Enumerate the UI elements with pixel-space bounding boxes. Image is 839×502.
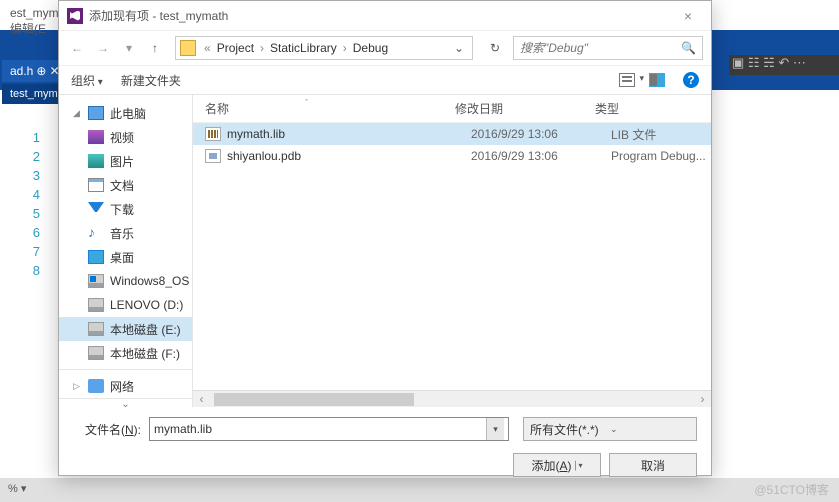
view-mode-button[interactable]	[619, 73, 635, 87]
crumb-dropdown-icon[interactable]: ⌄	[450, 41, 468, 55]
filename-combo[interactable]: ▾	[149, 417, 509, 441]
col-date[interactable]: 修改日期	[455, 100, 595, 117]
folder-icon	[180, 40, 196, 56]
watermark: @51CTO博客	[754, 481, 829, 498]
preview-pane-button[interactable]	[649, 73, 665, 87]
editor-right-icons[interactable]: ▣ ☷ ☵ ↶ ⋯	[729, 55, 839, 75]
line-gutter: 12345678	[0, 130, 48, 282]
nav-history-button[interactable]: ▾	[119, 38, 139, 58]
sidebar-item-documents[interactable]: 文档	[59, 173, 192, 197]
cancel-button[interactable]: 取消	[609, 453, 697, 477]
crumb-staticlibrary[interactable]: StaticLibrary	[268, 41, 339, 55]
scroll-left-icon[interactable]: ‹	[193, 392, 210, 406]
sidebar-item-network[interactable]: ▷网络	[59, 374, 192, 398]
sidebar-item-downloads[interactable]: 下载	[59, 197, 192, 221]
sidebar-item-videos[interactable]: 视频	[59, 125, 192, 149]
file-row[interactable]: mymath.lib 2016/9/29 13:06 LIB 文件	[193, 123, 711, 145]
search-icon[interactable]: 🔍	[681, 41, 696, 55]
new-folder-button[interactable]: 新建文件夹	[121, 72, 181, 89]
scroll-right-icon[interactable]: ›	[694, 392, 711, 406]
organize-button[interactable]: 组织	[71, 72, 103, 89]
sidebar-scroll-down[interactable]: ⌄	[59, 398, 192, 407]
dialog-title: 添加现有项 - test_mymath	[89, 7, 673, 24]
col-type[interactable]: 类型	[595, 100, 695, 117]
horizontal-scrollbar[interactable]: ‹ ›	[193, 390, 711, 407]
editor-tab-2[interactable]: test_mym	[2, 84, 66, 104]
help-button[interactable]: ?	[683, 72, 699, 88]
breadcrumb[interactable]: « Project › StaticLibrary › Debug ⌄	[175, 36, 473, 60]
sidebar-item-drive-e[interactable]: 本地磁盘 (E:)	[59, 317, 192, 341]
search-input[interactable]	[520, 41, 681, 55]
add-button[interactable]: 添加(A)│▾	[513, 453, 601, 477]
add-existing-item-dialog: 添加现有项 - test_mymath × ← → ▾ ↑ « Project …	[58, 0, 712, 476]
filter-combo[interactable]: 所有文件(*.*) ⌄	[523, 417, 697, 441]
filter-dropdown-icon[interactable]: ⌄	[610, 424, 690, 435]
sidebar-item-drive-c[interactable]: Windows8_OS	[59, 269, 192, 293]
sidebar-item-music[interactable]: ♪音乐	[59, 221, 192, 245]
sort-indicator-icon: ˆ	[305, 98, 308, 108]
scroll-thumb[interactable]	[214, 393, 414, 406]
crumb-project[interactable]: Project	[215, 41, 256, 55]
lib-file-icon	[205, 127, 221, 141]
vs-icon	[67, 8, 83, 24]
column-headers[interactable]: 名称ˆ 修改日期 类型	[193, 95, 711, 123]
search-box[interactable]: 🔍	[513, 36, 703, 60]
file-row[interactable]: shiyanlou.pdb 2016/9/29 13:06 Program De…	[193, 145, 711, 167]
filter-label: 所有文件(*.*)	[530, 421, 610, 438]
sidebar-item-this-pc[interactable]: ◢此电脑	[59, 101, 192, 125]
sidebar-item-drive-f[interactable]: 本地磁盘 (F:)	[59, 341, 192, 365]
nav-up-button[interactable]: ↑	[145, 38, 165, 58]
filename-input[interactable]	[154, 422, 486, 436]
sidebar-item-desktop[interactable]: 桌面	[59, 245, 192, 269]
col-name[interactable]: 名称ˆ	[205, 100, 455, 117]
refresh-button[interactable]: ↻	[483, 36, 507, 60]
nav-forward-button: →	[93, 38, 113, 58]
sidebar-item-pictures[interactable]: 图片	[59, 149, 192, 173]
crumb-debug[interactable]: Debug	[351, 41, 390, 55]
filename-label: 文件名(N):	[73, 421, 145, 438]
pdb-file-icon	[205, 149, 221, 163]
filename-dropdown-icon[interactable]: ▾	[486, 418, 504, 440]
nav-tree: ◢此电脑 视频 图片 文档 下载 ♪音乐 桌面 Windows8_OS LENO…	[59, 95, 193, 407]
sidebar-item-drive-d[interactable]: LENOVO (D:)	[59, 293, 192, 317]
nav-back-button[interactable]: ←	[67, 38, 87, 58]
close-button[interactable]: ×	[673, 8, 703, 24]
